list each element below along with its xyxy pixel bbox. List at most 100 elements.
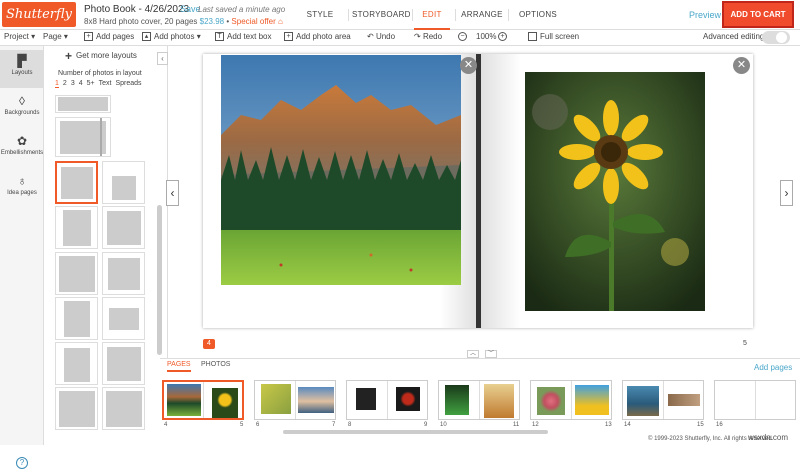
project-menu[interactable]: Project ▾ [4, 32, 35, 41]
layout-thumbnail-selected[interactable] [55, 161, 98, 204]
undo-button[interactable]: ↶ Undo [367, 32, 395, 41]
page-thumbnail [755, 381, 795, 419]
layout-thumbnail[interactable] [55, 297, 98, 340]
special-offer-link[interactable]: Special offer [231, 17, 275, 26]
spread-thumbnail[interactable] [438, 380, 520, 420]
tab-divider [455, 9, 456, 21]
tag-icon[interactable]: ⌂ [278, 17, 283, 26]
sidebar-item-idea-pages[interactable]: ♁ Idea pages [0, 170, 44, 208]
spread-thumbnail-selected[interactable] [162, 380, 244, 420]
tab-arrange[interactable]: ARRANGE [461, 0, 503, 30]
add-text-box-button[interactable]: T Add text box [215, 32, 271, 42]
filter-4[interactable]: 4 [79, 80, 83, 87]
add-pages-link[interactable]: Add pages [754, 363, 792, 372]
page-shadow [481, 54, 521, 328]
layout-thumbnail[interactable] [102, 387, 145, 430]
redo-icon: ↷ [414, 32, 421, 41]
tab-style[interactable]: STYLE [300, 0, 340, 30]
add-pages-button[interactable]: + Add pages [84, 32, 134, 42]
page-thumbnail [439, 381, 479, 419]
page-number: 13 [605, 422, 612, 428]
page-thumbnail [715, 381, 755, 419]
redo-button[interactable]: ↷ Redo [414, 32, 442, 41]
layout-thumbnail[interactable] [102, 161, 145, 204]
mountain-thumbnail [167, 384, 201, 416]
spread-thumbnail[interactable] [714, 380, 796, 420]
preview-link[interactable]: Preview [689, 10, 721, 20]
page-number: 12 [532, 422, 539, 428]
tab-storyboard[interactable]: STORYBOARD [352, 0, 410, 30]
photo-thumbnail [396, 387, 420, 411]
get-more-layouts-button[interactable]: + Get more layouts [65, 49, 137, 63]
panel-scrollbar[interactable] [157, 205, 162, 355]
sidebar-item-backgrounds[interactable]: ◊ Backgrounds [0, 90, 44, 128]
layout-thumbnail[interactable] [102, 297, 145, 340]
layout-thumbnail[interactable] [102, 342, 145, 385]
chevron-down-icon: ▾ [63, 32, 68, 41]
advanced-editing-toggle[interactable] [762, 31, 790, 44]
page-number: 10 [440, 422, 447, 428]
filter-1[interactable]: 1 [55, 80, 59, 88]
spread-thumbnail[interactable] [346, 380, 428, 420]
tab-photos[interactable]: PHOTOS [201, 361, 230, 370]
layout-thumbnail[interactable] [55, 342, 98, 385]
zoom-out-icon: − [458, 32, 467, 42]
layout-thumbnail[interactable] [102, 206, 145, 249]
right-page-number: 5 [743, 340, 747, 347]
page-thumbnail [347, 381, 387, 419]
strip-scrollbar[interactable] [283, 430, 548, 434]
shutterfly-logo[interactable]: Shutterfly [2, 2, 76, 27]
layout-thumbnail[interactable] [55, 95, 111, 113]
sidebar-item-layouts[interactable]: ▛ Layouts [0, 50, 44, 88]
filter-text[interactable]: Text [99, 80, 112, 87]
sunflower-photo[interactable] [525, 72, 705, 311]
layout-filters: 1 2 3 4 5+ Text Spreads [55, 80, 146, 88]
tab-options[interactable]: OPTIONS [517, 0, 559, 30]
tab-divider [412, 9, 413, 21]
chevron-down-icon[interactable]: ﹀ [485, 350, 497, 358]
photo-thumbnail [298, 387, 334, 413]
full-screen-button[interactable]: Full screen [528, 32, 579, 42]
tab-pages[interactable]: PAGES [167, 361, 191, 372]
watermark: wsxdn.com [748, 433, 789, 442]
page-thumbnail [571, 381, 611, 419]
spread-thumbnail[interactable] [622, 380, 704, 420]
previous-page-arrow[interactable]: ‹ [166, 180, 179, 206]
help-icon[interactable]: ? [16, 457, 28, 469]
spread-thumbnail[interactable] [530, 380, 612, 420]
layout-thumbnail[interactable] [55, 206, 98, 249]
page-menu[interactable]: Page ▾ [43, 32, 68, 41]
tab-edit[interactable]: EDIT [414, 0, 450, 30]
page-thumbnail [164, 382, 203, 418]
close-icon[interactable]: ✕ [733, 57, 750, 74]
separator-dot: • [226, 17, 230, 26]
photo-thumbnail [484, 384, 514, 418]
filter-spreads[interactable]: Spreads [115, 80, 141, 87]
add-photo-area-button[interactable]: + Add photo area [284, 32, 351, 42]
page-number: 15 [697, 422, 704, 428]
spread-thumbnail[interactable] [254, 380, 336, 420]
page-number: 7 [332, 422, 336, 428]
zoom-in-button[interactable]: + [498, 32, 510, 42]
close-icon[interactable]: ✕ [460, 57, 477, 74]
layout-thumbnail[interactable] [55, 252, 98, 295]
layout-thumbnail[interactable] [55, 387, 98, 430]
page-thumbnail [295, 381, 335, 419]
zoom-out-button[interactable]: − [458, 32, 470, 42]
plus-icon: + [65, 49, 73, 63]
mountain-photo[interactable] [221, 55, 461, 285]
chevron-up-icon[interactable]: ︿ [467, 350, 479, 358]
layout-thumbnail[interactable] [55, 117, 111, 157]
add-photos-button[interactable]: ▴ Add photos ▾ [142, 32, 201, 42]
undo-label: Undo [375, 32, 396, 41]
add-to-cart-button[interactable]: ADD TO CART [722, 1, 794, 28]
filter-2[interactable]: 2 [63, 80, 67, 87]
layout-thumbnail[interactable] [102, 252, 145, 295]
sidebar-item-embellishments[interactable]: ✿ Embellishments [0, 130, 44, 168]
text-box-icon: T [215, 32, 224, 42]
filter-3[interactable]: 3 [71, 80, 75, 87]
filter-5-plus[interactable]: 5+ [87, 80, 95, 87]
next-page-arrow[interactable]: › [780, 180, 793, 206]
page-number: 5 [240, 422, 244, 428]
collapse-panel-button[interactable]: ‹ [157, 52, 168, 65]
